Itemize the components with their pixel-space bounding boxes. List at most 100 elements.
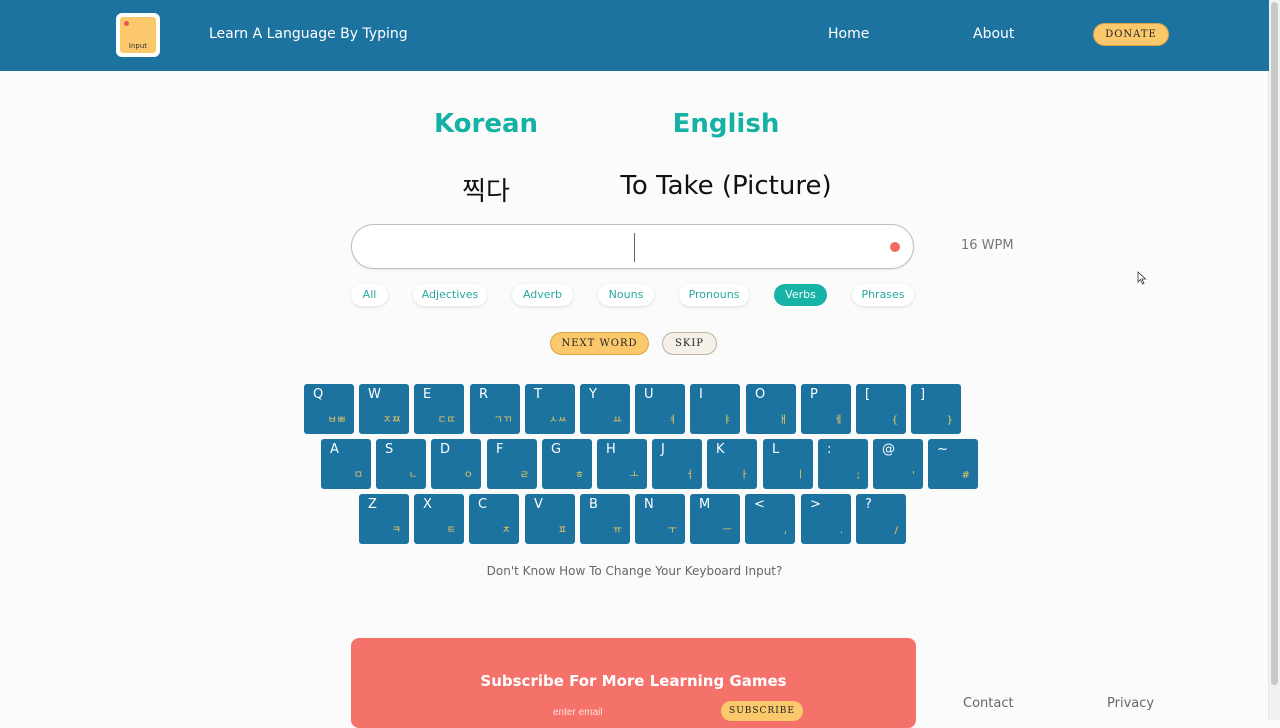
key-hangul-label: ㅐ <box>778 415 788 426</box>
key-0-5[interactable]: Yㅛ <box>580 384 630 434</box>
key-1-9[interactable]: :; <box>818 439 868 489</box>
key-hangul-label: ㅣ <box>795 470 805 481</box>
key-1-6[interactable]: Jㅓ <box>652 439 702 489</box>
key-label: M <box>699 497 711 512</box>
key-hangul-label: # <box>961 470 970 481</box>
key-hangul-label: ㅇ <box>463 470 473 481</box>
key-label: U <box>644 387 654 402</box>
key-2-3[interactable]: Vㅍ <box>525 494 575 544</box>
key-label: G <box>551 442 562 457</box>
key-hangul-label: ㅁ <box>353 470 363 481</box>
key-0-6[interactable]: Uㅕ <box>635 384 685 434</box>
key-1-0[interactable]: Aㅁ <box>321 439 371 489</box>
key-label: P <box>810 387 818 402</box>
typing-box[interactable] <box>351 224 914 269</box>
nav-about-link[interactable]: About <box>973 26 1014 42</box>
next-word-button[interactable]: NEXT WORD <box>550 332 649 355</box>
key-2-0[interactable]: Zㅋ <box>359 494 409 544</box>
key-2-4[interactable]: Bㅠ <box>580 494 630 544</box>
key-2-6[interactable]: Mㅡ <box>690 494 740 544</box>
key-label: V <box>534 497 543 512</box>
key-1-1[interactable]: Sㄴ <box>376 439 426 489</box>
key-1-10[interactable]: @ ' <box>873 439 923 489</box>
key-0-11[interactable]: ]} <box>911 384 961 434</box>
key-0-3[interactable]: R ㄱㄲ <box>470 384 520 434</box>
footer-privacy-link[interactable]: Privacy <box>1107 696 1154 711</box>
category-adjectives[interactable]: Adjectives <box>413 284 487 306</box>
key-1-8[interactable]: Lㅣ <box>763 439 813 489</box>
email-field[interactable] <box>551 704 715 720</box>
key-label: O <box>755 387 766 402</box>
footer-contact-link[interactable]: Contact <box>963 696 1014 711</box>
scrollbar[interactable] <box>1268 0 1280 720</box>
key-0-7[interactable]: Iㅑ <box>690 384 740 434</box>
key-hangul-label: ' <box>912 470 915 481</box>
key-hangul-label: , <box>783 525 787 536</box>
key-hangul-label: ㅔ <box>833 415 843 426</box>
key-1-2[interactable]: Dㅇ <box>431 439 481 489</box>
key-hangul-label: ㅓ <box>684 470 694 481</box>
key-1-7[interactable]: Kㅏ <box>707 439 757 489</box>
key-hangul-label: } <box>946 415 953 426</box>
key-0-0[interactable]: Q ㅂㅃ <box>304 384 354 434</box>
nav-home-link[interactable]: Home <box>828 26 869 42</box>
subscribe-button[interactable]: SUBSCRIBE <box>721 701 803 721</box>
key-hangul-label: ㄱㄲ <box>493 415 512 426</box>
key-1-4[interactable]: Gㅎ <box>542 439 592 489</box>
category-adverb[interactable]: Adverb <box>512 284 573 306</box>
key-hangul-label: ㅎ <box>574 470 584 481</box>
key-hangul-label: ㅌ <box>446 525 456 536</box>
key-0-4[interactable]: T ㅅㅆ <box>525 384 575 434</box>
key-2-9[interactable]: ? / <box>856 494 906 544</box>
key-label: H <box>606 442 616 457</box>
key-label: I <box>699 387 703 402</box>
key-2-7[interactable]: <, <box>745 494 795 544</box>
key-label: Q <box>313 387 324 402</box>
key-hangul-label: ㅑ <box>722 415 732 426</box>
category-nouns[interactable]: Nouns <box>598 284 654 306</box>
key-0-10[interactable]: [{ <box>856 384 906 434</box>
key-0-9[interactable]: Pㅔ <box>801 384 851 434</box>
key-label: : <box>827 442 832 457</box>
text-caret <box>634 233 635 262</box>
scrollbar-thumb[interactable] <box>1271 2 1278 685</box>
donate-button[interactable]: DONATE <box>1093 23 1169 46</box>
key-2-1[interactable]: Xㅌ <box>414 494 464 544</box>
source-language-label: Korean <box>433 109 539 139</box>
category-all[interactable]: All <box>351 284 388 306</box>
key-1-5[interactable]: Hㅗ <box>597 439 647 489</box>
category-pronouns[interactable]: Pronouns <box>679 284 749 306</box>
key-label: < <box>754 497 765 512</box>
key-hangul-label: ㅠ <box>612 525 622 536</box>
site-header: Input Learn A Language By Typing Home Ab… <box>0 0 1269 71</box>
key-1-11[interactable]: ~ # <box>928 439 978 489</box>
key-2-8[interactable]: >. <box>801 494 851 544</box>
key-hangul-label: ㄷㄸ <box>437 415 456 426</box>
key-2-5[interactable]: Nㅜ <box>635 494 685 544</box>
logo[interactable]: Input <box>116 13 160 57</box>
category-phrases[interactable]: Phrases <box>852 284 914 306</box>
key-label: @ <box>882 442 895 457</box>
key-label: K <box>716 442 725 457</box>
key-0-2[interactable]: E ㄷㄸ <box>414 384 464 434</box>
key-hangul-label: ㅈㅉ <box>382 415 401 426</box>
keyboard-help-link[interactable]: Don't Know How To Change Your Keyboard I… <box>0 564 1269 578</box>
typing-input[interactable] <box>372 231 876 264</box>
status-dot-icon <box>890 242 900 252</box>
category-verbs[interactable]: Verbs <box>774 284 827 306</box>
key-label: C <box>478 497 488 512</box>
key-0-8[interactable]: Oㅐ <box>746 384 796 434</box>
logo-dot <box>124 21 129 26</box>
key-0-1[interactable]: W ㅈㅉ <box>359 384 409 434</box>
key-label: Y <box>589 387 597 402</box>
key-1-3[interactable]: Fㄹ <box>487 439 537 489</box>
key-hangul-label: ㅂㅃ <box>327 415 346 426</box>
logo-text: Input <box>128 42 148 50</box>
key-hangul-label: ㅍ <box>557 525 567 536</box>
key-2-2[interactable]: Cㅊ <box>469 494 519 544</box>
key-label: [ <box>865 387 871 402</box>
skip-button[interactable]: SKIP <box>662 332 717 355</box>
key-hangul-label: ㄹ <box>519 470 529 481</box>
key-hangul-label: ㅛ <box>612 415 622 426</box>
key-label: E <box>423 387 432 402</box>
